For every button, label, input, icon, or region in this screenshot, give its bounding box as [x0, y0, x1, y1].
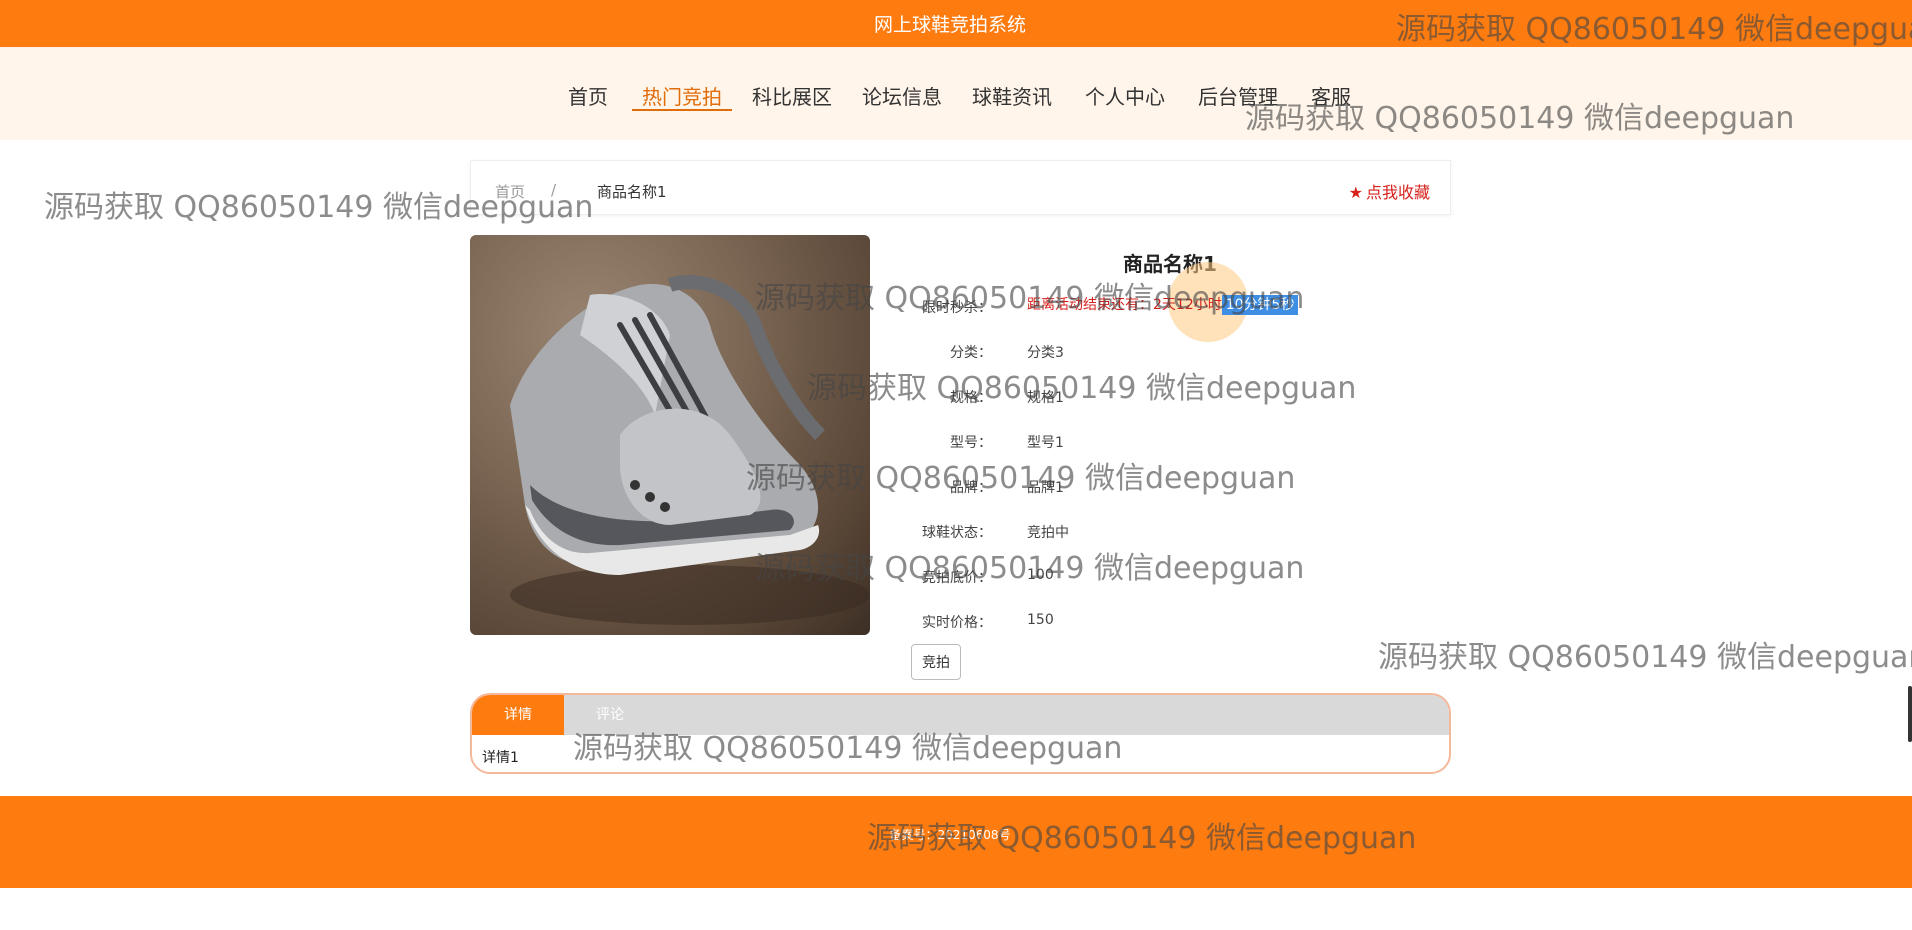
nav-hot-auction[interactable]: 热门竞拍	[632, 81, 732, 111]
spec-value: 规格1	[1027, 390, 1064, 406]
star-icon: ★	[1348, 183, 1363, 202]
countdown-timer: 距离活动结束还有：2天12小时 10分钟5秒	[1027, 294, 1299, 315]
tab-comments[interactable]: 评论	[564, 695, 656, 735]
breadcrumb-separator: /	[551, 181, 557, 199]
favorite-label: 点我收藏	[1365, 183, 1430, 202]
current-price-label: 实时价格：	[922, 615, 992, 631]
nav-customer-service[interactable]: 客服	[1311, 81, 1351, 111]
page: 网上球鞋竞拍系统 首页 热门竞拍 科比展区 论坛信息 球鞋资讯 个人中心 后台管…	[0, 0, 1912, 930]
tab-content: 详情1	[482, 750, 519, 766]
category-label: 分类：	[950, 345, 992, 361]
nav-personal-center[interactable]: 个人中心	[1085, 81, 1165, 111]
model-label: 型号：	[950, 435, 992, 451]
nav-kobe-zone[interactable]: 科比展区	[752, 81, 832, 111]
footer-text: 备案号：20210608号	[889, 828, 1011, 842]
main-nav: 首页 热门竞拍 科比展区 论坛信息 球鞋资讯 个人中心 后台管理 客服	[0, 47, 1912, 140]
base-price-label: 竞拍底价：	[922, 570, 992, 586]
nav-admin[interactable]: 后台管理	[1198, 81, 1278, 111]
product-image	[470, 235, 870, 635]
bid-button[interactable]: 竞拍	[911, 644, 961, 680]
side-scroll-handle[interactable]	[1908, 686, 1912, 742]
watermark: 源码获取 QQ86050149 微信deepguan	[1378, 640, 1912, 675]
countdown-prefix: 距离活动结束还有：2天12小时	[1027, 297, 1222, 313]
site-title: 网上球鞋竞拍系统	[873, 14, 1026, 36]
favorite-button[interactable]: ★ 点我收藏	[1349, 179, 1430, 203]
tabs-header: 详情 评论	[472, 695, 1449, 735]
breadcrumb-home[interactable]: 首页	[495, 181, 525, 202]
status-value: 竞拍中	[1027, 525, 1069, 541]
brand-value: 品牌1	[1027, 480, 1064, 496]
top-bar: 网上球鞋竞拍系统	[0, 0, 1912, 47]
detail-tabs: 详情 评论 详情1	[470, 693, 1451, 774]
sneaker-illustration	[510, 274, 870, 625]
base-price-value: 100	[1027, 567, 1054, 583]
countdown-highlight: 10分钟5秒	[1221, 295, 1299, 315]
current-price-value: 150	[1027, 612, 1054, 628]
category-value: 分类3	[1027, 345, 1064, 361]
model-value: 型号1	[1027, 435, 1064, 451]
flash-sale-label: 限时秒杀：	[922, 300, 992, 316]
nav-sneaker-news[interactable]: 球鞋资讯	[972, 81, 1052, 111]
nav-home[interactable]: 首页	[568, 81, 608, 111]
brand-label: 品牌：	[950, 480, 992, 496]
footer: 备案号：20210608号	[0, 796, 1912, 888]
nav-forum[interactable]: 论坛信息	[862, 81, 942, 111]
spec-label: 规格：	[950, 390, 992, 406]
breadcrumb-current: 商品名称1	[597, 183, 667, 201]
tab-details[interactable]: 详情	[472, 695, 564, 735]
breadcrumb: 首页 / 商品名称1 ★ 点我收藏	[470, 160, 1451, 215]
status-label: 球鞋状态：	[922, 525, 992, 541]
